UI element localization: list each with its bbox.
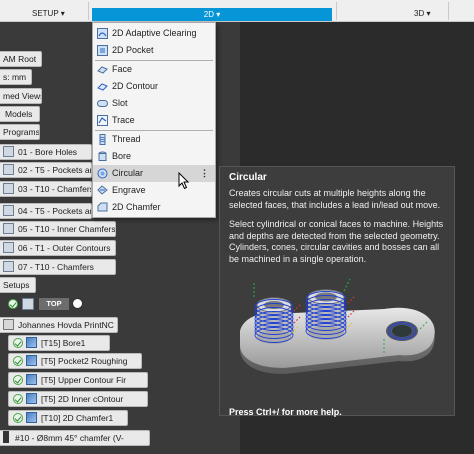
check-icon [13,356,23,366]
program-icon [3,183,14,194]
menu-item-bore[interactable]: Bore [93,148,215,165]
target-icon [72,298,83,309]
tooltip-help-hint: Press Ctrl+/ for more help. [229,407,342,417]
mouse-cursor-icon [178,172,190,190]
engrave-icon [97,185,108,195]
menu-item-engrave[interactable]: Engrave [93,182,215,199]
operation-item[interactable]: [T5] Upper Contour Fir [8,372,148,388]
program-icon [3,146,14,157]
toolbar-divider [448,2,449,20]
tooltip-instructions: Select cylindrical or conical faces to m… [229,219,444,264]
program-icon [3,205,14,216]
operation-item[interactable]: [T5] Pocket2 Roughing [8,353,142,369]
check-icon [13,413,23,423]
program-icon [3,261,14,272]
tool-item[interactable]: #10 - Ø8mm 45° chamfer (V- [0,430,150,446]
tree-node-models[interactable]: Models [0,106,40,122]
toolbar: SETUP ▾ 2D ▾ 3D ▾ [0,0,474,22]
menu-item-thread[interactable]: Thread [93,131,215,148]
2d-dropdown-menu: 2D Adaptive Clearing 2D Pocket Face 2D C… [92,22,216,218]
operation-item[interactable]: [T5] 2D Inner cOntour [8,391,148,407]
operation-item[interactable]: [T10] 2D Chamfer1 [8,410,128,426]
contour-operation-icon [26,374,37,385]
check-icon [13,338,23,348]
menu-item-2d-adaptive-clearing[interactable]: 2D Adaptive Clearing [93,25,215,42]
menu-item-face[interactable]: Face [93,61,215,78]
program-item[interactable]: 04 - T5 - Pockets an [0,203,92,219]
face-icon [97,66,108,74]
machine-item[interactable]: Johannes Hovda PrintNC [0,317,118,333]
adaptive-clearing-icon [97,28,108,39]
2d-menu-button[interactable]: 2D ▾ [92,8,332,21]
tool-icon [3,431,9,443]
program-item[interactable]: 03 - T10 - Chamfers [0,181,92,197]
program-item[interactable]: 06 - T1 - Outer Contours [0,240,116,256]
tooltip-title: Circular [229,172,267,183]
check-icon [13,375,23,385]
toolbar-divider [336,2,337,20]
bore-icon [98,151,107,161]
menu-item-trace[interactable]: Trace [93,112,215,129]
pocket-icon [97,45,108,56]
tree-node-setups[interactable]: Setups [0,277,36,293]
circular-icon [97,168,108,179]
slot-icon [97,100,108,107]
setup-row[interactable]: TOP [8,297,84,311]
program-icon [3,223,14,234]
menu-item-2d-pocket[interactable]: 2D Pocket [93,42,215,59]
chamfer-operation-icon [26,412,37,423]
setup-icon [22,298,34,310]
tooltip-description: Creates circular cuts at multiple height… [229,188,441,210]
program-icon [3,164,14,175]
program-icon [3,242,14,253]
more-options-icon[interactable]: ⋮ [200,165,209,182]
contour-operation-icon [26,393,37,404]
menu-item-2d-chamfer[interactable]: 2D Chamfer [93,199,215,216]
tree-node-units[interactable]: s: mm [0,69,32,85]
tree-node-cam-root[interactable]: AM Root [0,51,42,67]
tree-node-named-views[interactable]: med Views [0,88,42,104]
toolbar-divider [88,2,89,20]
check-icon [13,394,23,404]
program-item[interactable]: 01 - Bore Holes [0,144,92,160]
setup-top-label: TOP [39,298,69,310]
menu-item-circular[interactable]: Circular ⋮ [93,165,215,182]
bore-operation-icon [26,337,37,348]
tooltip-panel: Circular Creates circular cuts at multip… [219,166,455,417]
program-item[interactable]: 07 - T10 - Chamfers [0,259,116,275]
menu-item-2d-contour[interactable]: 2D Contour [93,78,215,95]
thread-icon [99,134,106,145]
machine-icon [3,319,14,330]
chamfer-icon [97,202,108,212]
3d-menu-button[interactable]: 3D ▾ [414,9,430,18]
setup-menu-button[interactable]: SETUP ▾ [32,9,65,18]
pocket-operation-icon [26,355,37,366]
check-icon [8,299,18,309]
circular-toolpath-illustration [240,278,435,374]
program-item[interactable]: 05 - T10 - Inner Chamfers [0,221,116,237]
contour-icon [97,83,108,91]
menu-item-slot[interactable]: Slot [93,95,215,112]
trace-icon [97,115,108,126]
tree-node-programs[interactable]: Programs [0,124,40,140]
program-item[interactable]: 02 - T5 - Pockets an [0,162,92,178]
operation-item[interactable]: [T15] Bore1 [8,335,110,351]
